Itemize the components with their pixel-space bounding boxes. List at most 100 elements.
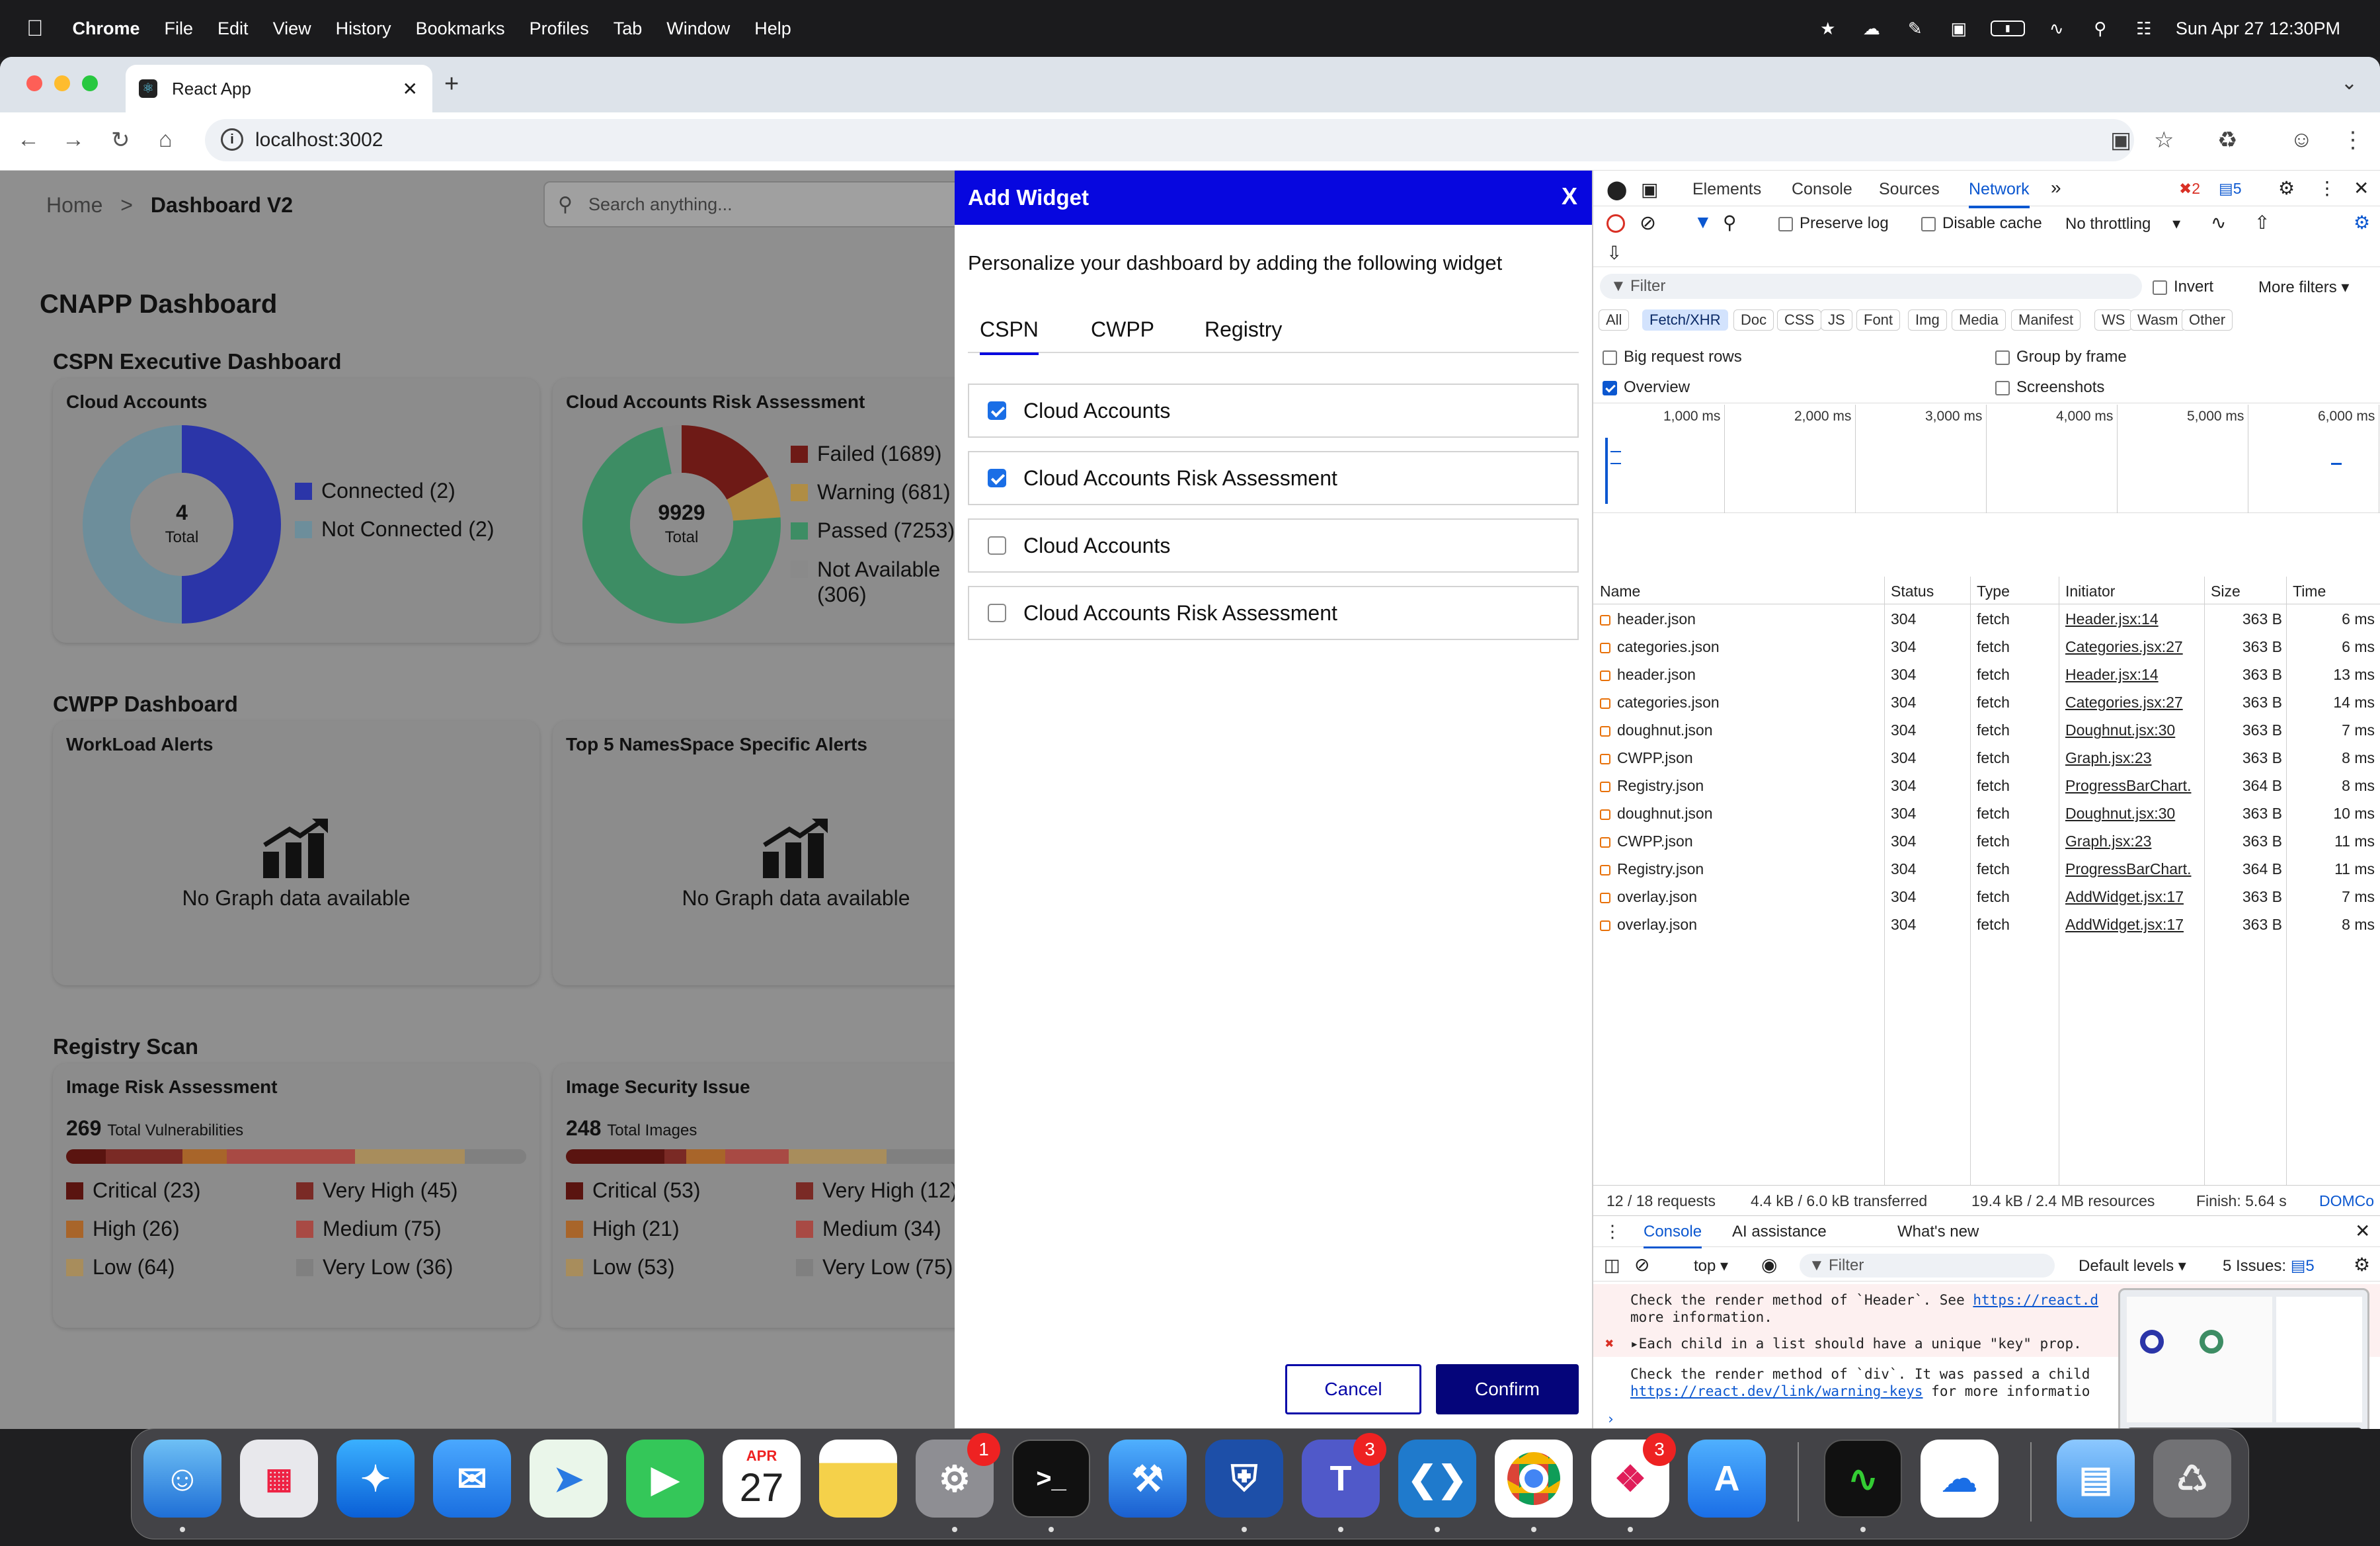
menu-file[interactable]: File — [165, 19, 194, 39]
filter-funnel-icon[interactable]: ▼ — [1694, 212, 1712, 233]
menu-help[interactable]: Help — [754, 19, 791, 39]
menu-bookmarks[interactable]: Bookmarks — [416, 19, 505, 39]
menubar-clock[interactable]: Sun Apr 27 12:30PM — [2176, 19, 2340, 39]
console-link[interactable]: https://react.dev/link/warning-keys — [1630, 1383, 1923, 1399]
system-settings-icon[interactable]: ⚙ 1 — [916, 1433, 1000, 1518]
facetime-icon[interactable]: ▶ — [626, 1440, 704, 1518]
request-initiator[interactable]: Categories.jsx:27 — [2065, 694, 2195, 712]
network-row[interactable]: doughnut.json 304 fetch Doughnut.jsx:30 363 … — [1593, 715, 2380, 743]
warning-count[interactable]: ▤5 — [2219, 180, 2242, 198]
request-initiator[interactable]: AddWidget.jsx:17 — [2065, 916, 2195, 934]
close-window-button[interactable] — [26, 75, 42, 91]
network-settings-icon[interactable]: ⚙ — [2354, 212, 2370, 233]
type-filter-chip[interactable]: JS — [1821, 309, 1852, 331]
log-levels-dropdown[interactable]: Default levels ▾ — [2079, 1256, 2186, 1276]
more-tabs-icon[interactable]: » — [2051, 177, 2061, 198]
request-initiator[interactable]: Graph.jsx:23 — [2065, 833, 2195, 850]
type-filter-chip[interactable]: All — [1599, 309, 1630, 331]
col-size[interactable]: Size — [2211, 583, 2241, 600]
tab-cspn[interactable]: CSPN — [980, 317, 1039, 355]
back-arrow-icon[interactable]: ← — [17, 127, 40, 153]
type-filter-chip[interactable]: Doc — [1733, 309, 1774, 331]
trash-icon[interactable]: ♺ — [2153, 1440, 2231, 1518]
request-initiator[interactable]: ProgressBarChart. — [2065, 860, 2195, 878]
col-type[interactable]: Type — [1977, 583, 2010, 600]
cloud-icon[interactable]: ☁ — [1860, 19, 1884, 38]
notes-icon[interactable] — [819, 1440, 897, 1518]
close-panel-button[interactable]: X — [1562, 183, 1577, 210]
widget-checkbox[interactable] — [988, 536, 1006, 555]
widget-option[interactable]: Cloud Accounts — [968, 518, 1579, 573]
shield-status-icon[interactable]: ▣ — [1947, 19, 1971, 38]
request-initiator[interactable]: Doughnut.jsx:30 — [2065, 805, 2195, 823]
network-row[interactable]: header.json 304 fetch Header.jsx:14 363 B 13 … — [1593, 660, 2380, 688]
col-status[interactable]: Status — [1891, 583, 1934, 600]
widget-option[interactable]: Cloud Accounts — [968, 384, 1579, 438]
type-filter-chip[interactable]: Other — [2182, 309, 2233, 331]
col-time[interactable]: Time — [2293, 583, 2326, 600]
menu-edit[interactable]: Edit — [218, 19, 249, 39]
screenshot-thumbnail[interactable] — [2118, 1288, 2369, 1429]
type-filter-chip[interactable]: Font — [1856, 309, 1901, 331]
error-count[interactable]: ✖2 — [2179, 180, 2200, 198]
confirm-button[interactable]: Confirm — [1436, 1364, 1579, 1414]
battery-icon[interactable]: ▮ — [1990, 20, 2025, 36]
network-row[interactable]: Registry.json 304 fetch ProgressBarChart. 36… — [1593, 854, 2380, 882]
sidebar-toggle-icon[interactable]: ◫ — [1604, 1255, 1620, 1276]
chrome-icon[interactable] — [1495, 1440, 1573, 1518]
widget-checkbox[interactable] — [988, 469, 1006, 487]
calendar-icon[interactable]: APR 27 — [723, 1440, 801, 1518]
forward-arrow-icon[interactable]: → — [62, 127, 85, 153]
inspect-element-icon[interactable]: ⬤ — [1606, 179, 1627, 200]
request-initiator[interactable]: ProgressBarChart. — [2065, 777, 2195, 795]
big-request-rows-checkbox[interactable]: Big request rows — [1603, 348, 1742, 366]
network-row[interactable]: Registry.json 304 fetch ProgressBarChart. 36… — [1593, 771, 2380, 799]
wifi-icon[interactable]: ∿ — [2045, 19, 2069, 38]
apple-icon[interactable]:  — [26, 16, 44, 42]
screenshots-checkbox[interactable]: Screenshots — [1995, 378, 2104, 397]
console-filter-input[interactable]: ▼ Filter — [1800, 1254, 2055, 1278]
slack-icon[interactable]: ❖ 3 — [1591, 1433, 1676, 1518]
type-filter-chip[interactable]: Manifest — [2011, 309, 2081, 331]
tab-search-chevron-icon[interactable]: ⌄ — [2341, 71, 2358, 95]
network-row[interactable]: overlay.json 304 fetch AddWidget.jsx:17 363 … — [1593, 910, 2380, 938]
install-app-icon[interactable]: ▣ — [2110, 127, 2131, 153]
widget-checkbox[interactable] — [988, 401, 1006, 420]
vscode-icon[interactable]: ❮❯ — [1398, 1440, 1476, 1518]
request-initiator[interactable]: AddWidget.jsx:17 — [2065, 888, 2195, 906]
mail-icon[interactable]: ✉ — [433, 1440, 511, 1518]
network-row[interactable]: overlay.json 304 fetch AddWidget.jsx:17 363 … — [1593, 882, 2380, 910]
network-row[interactable]: CWPP.json 304 fetch Graph.jsx:23 363 B 11 ms — [1593, 827, 2380, 854]
downloads-folder-icon[interactable]: ▤ — [2057, 1440, 2135, 1518]
activity-monitor-icon[interactable]: ∿ — [1824, 1440, 1902, 1518]
app-store-icon[interactable]: A — [1688, 1440, 1766, 1518]
browser-tab[interactable]: ⚛ React App ✕ — [126, 65, 432, 112]
invert-checkbox[interactable]: Invert — [2153, 278, 2213, 296]
type-filter-chip[interactable]: Img — [1908, 309, 1947, 331]
tab-console[interactable]: Console — [1792, 180, 1852, 199]
new-tab-button[interactable]: + — [444, 70, 459, 99]
cancel-button[interactable]: Cancel — [1285, 1364, 1421, 1414]
devtools-menu-icon[interactable]: ⋮ — [2318, 177, 2336, 199]
record-icon[interactable] — [1606, 214, 1625, 233]
request-initiator[interactable]: Header.jsx:14 — [2065, 610, 2195, 628]
drawer-tab-ai-assistance[interactable]: AI assistance — [1732, 1223, 1827, 1241]
drawer-tab-whats-new[interactable]: What's new — [1897, 1223, 1979, 1241]
network-row[interactable]: CWPP.json 304 fetch Graph.jsx:23 363 B 8 ms — [1593, 743, 2380, 771]
request-initiator[interactable]: Doughnut.jsx:30 — [2065, 721, 2195, 739]
finder-icon[interactable]: ☺ — [143, 1440, 221, 1518]
tab-elements[interactable]: Elements — [1692, 180, 1761, 199]
close-tab-icon[interactable]: ✕ — [403, 78, 418, 100]
preserve-log-checkbox[interactable]: Preserve log — [1778, 214, 1889, 233]
drawer-menu-icon[interactable]: ⋮ — [1604, 1221, 1621, 1242]
bookmark-star-icon[interactable]: ☆ — [2154, 127, 2174, 153]
import-har-icon[interactable]: ⇩ — [1606, 242, 1622, 264]
network-filter-input[interactable]: ▼ Filter — [1600, 274, 2142, 299]
request-initiator[interactable]: Graph.jsx:23 — [2065, 749, 2195, 767]
breadcrumb-home[interactable]: Home — [46, 193, 102, 217]
address-bar[interactable]: i localhost:3002 — [205, 119, 2134, 161]
issues-button[interactable]: 5 Issues: ▤5 — [2223, 1256, 2315, 1276]
onedrive-icon[interactable]: ☁ — [1921, 1440, 1999, 1518]
console-link[interactable]: https://react.d — [1973, 1292, 2098, 1308]
safari-icon[interactable]: ✦ — [337, 1440, 415, 1518]
